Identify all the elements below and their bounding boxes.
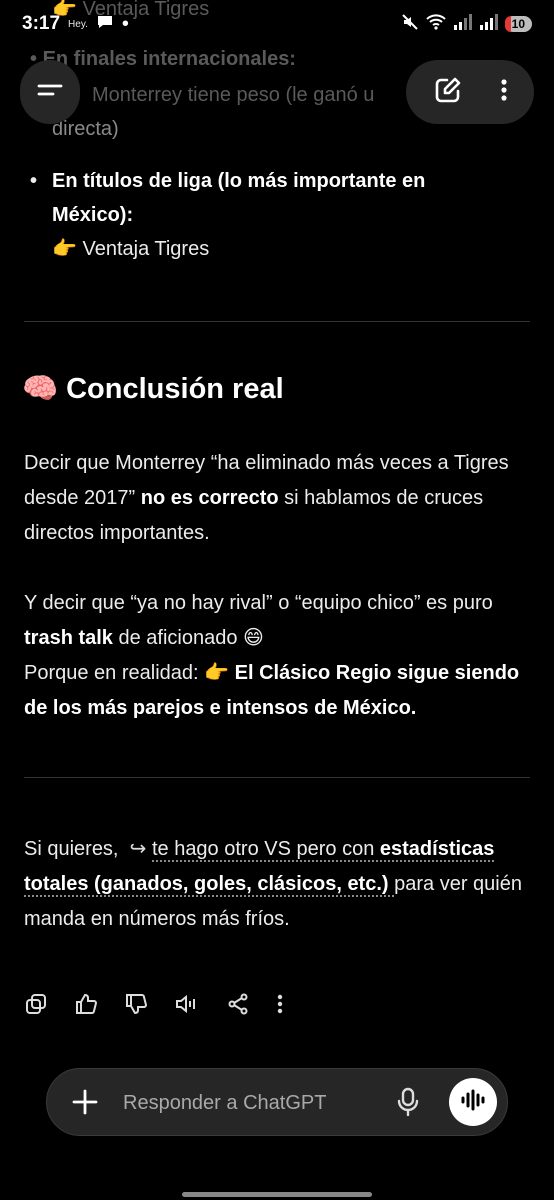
- thumbs-down-icon[interactable]: [124, 992, 148, 1016]
- paragraph-1: Decir que Monterrey “ha eliminado más ve…: [24, 452, 509, 544]
- divider: [24, 777, 530, 778]
- speaker-icon[interactable]: [174, 992, 200, 1016]
- chat-bubble-icon: [96, 14, 114, 34]
- message-input[interactable]: [121, 1085, 375, 1121]
- message-actions: [24, 992, 284, 1016]
- brain-emoji: 🧠: [22, 373, 59, 405]
- mute-icon: [401, 13, 419, 35]
- mic-icon[interactable]: [397, 1087, 419, 1122]
- grin-emoji: 😄: [243, 627, 264, 649]
- top-actions: [406, 60, 534, 124]
- divider: [24, 321, 530, 322]
- status-bar: 3:17 Hey. • 10: [0, 0, 554, 48]
- signal-icon-2: [479, 14, 499, 34]
- battery-indicator: 10: [504, 16, 532, 32]
- section-title: Conclusión real: [66, 372, 284, 405]
- top-bar: [0, 60, 554, 128]
- signal-icon: [453, 14, 473, 34]
- copy-icon[interactable]: [24, 992, 48, 1016]
- more-vert-icon[interactable]: [500, 77, 508, 108]
- paragraph-2: Y decir que “ya no hay rival” o “equipo …: [24, 592, 520, 719]
- bullet-value: Ventaja Tigres: [82, 238, 210, 260]
- voice-mode-button[interactable]: [449, 1078, 497, 1126]
- notification-text: Hey.: [68, 18, 88, 30]
- menu-icon: [36, 79, 64, 106]
- edit-icon[interactable]: [433, 75, 463, 110]
- plus-icon[interactable]: [71, 1088, 99, 1121]
- section-heading: 🧠 Conclusión real: [22, 372, 284, 406]
- voice-wave-icon: [459, 1088, 487, 1117]
- menu-button[interactable]: [20, 60, 80, 124]
- pointer-emoji: 👉: [52, 238, 77, 260]
- wifi-icon: [425, 13, 447, 35]
- pointer-emoji: 👉: [204, 662, 230, 684]
- followup-paragraph: Si quieres, ↪ te hago otro VS pero con e…: [24, 838, 522, 930]
- composer: [46, 1068, 508, 1136]
- more-options-icon[interactable]: [276, 992, 284, 1016]
- home-indicator: [182, 1192, 372, 1197]
- bullet-item: • En títulos de liga (lo más importante …: [30, 170, 426, 260]
- thumbs-up-icon[interactable]: [74, 992, 98, 1016]
- status-time: 3:17: [22, 13, 61, 34]
- bullet-heading-2: México):: [52, 204, 134, 226]
- follow-up-arrow-icon: ↪: [129, 838, 147, 860]
- share-icon[interactable]: [226, 992, 250, 1016]
- dot-icon: •: [121, 13, 129, 35]
- bullet-heading-1: En títulos de liga (lo más importante en: [52, 170, 426, 192]
